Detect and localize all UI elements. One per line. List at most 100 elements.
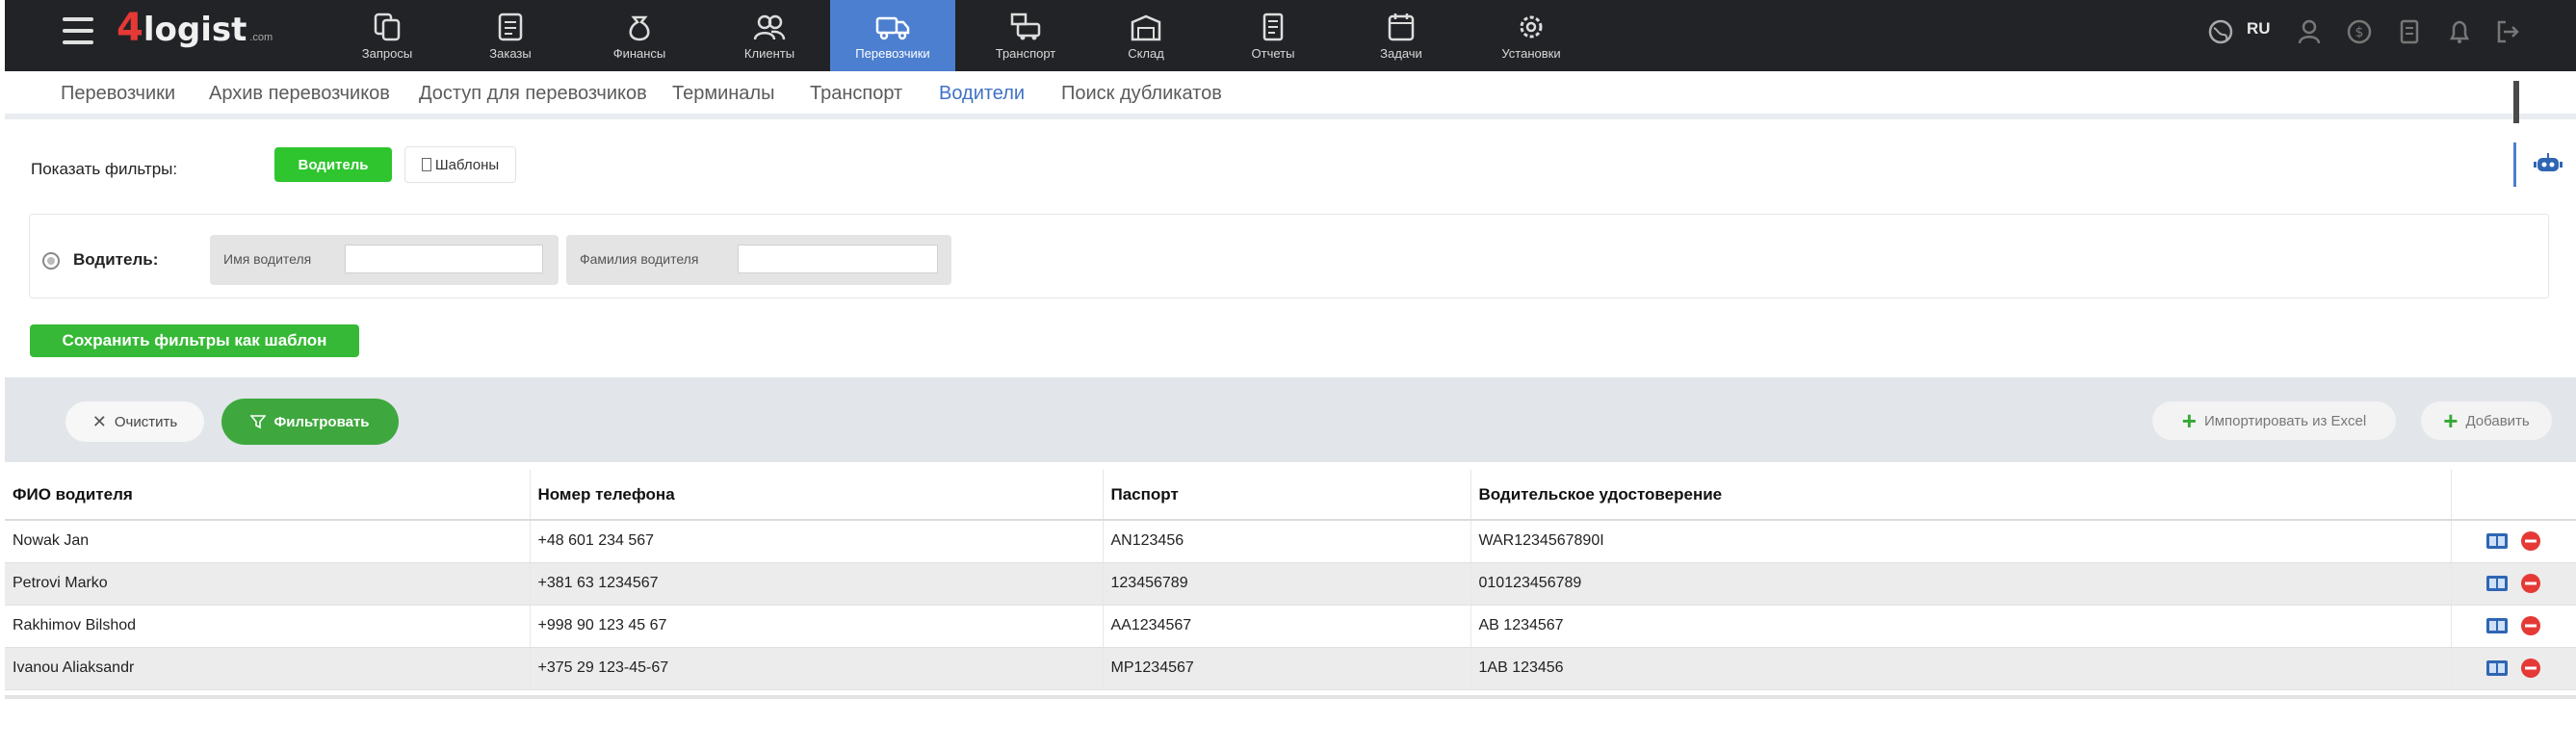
close-icon: ✕ <box>91 411 107 431</box>
document-icon[interactable] <box>2395 17 2424 46</box>
sub-navigation: Перевозчики Архив перевозчиков Доступ дл… <box>5 71 2576 119</box>
requests-icon <box>374 13 401 40</box>
templates-label: Шаблоны <box>434 156 500 173</box>
globe-icon[interactable] <box>2206 17 2235 46</box>
nav-settings[interactable]: Установки <box>1478 0 1584 71</box>
logout-icon[interactable] <box>2493 17 2522 46</box>
table-bottom-divider <box>5 695 2576 699</box>
bell-icon[interactable] <box>2445 17 2474 46</box>
column-header-passport[interactable]: Паспорт <box>1103 470 1471 521</box>
cell-passport: AN123456 <box>1103 520 1471 563</box>
nav-finance[interactable]: Финансы <box>594 0 685 71</box>
subnav-carrier-access[interactable]: Доступ для перевозчиков <box>419 83 647 105</box>
show-filters-label: Показать фильтры: <box>31 160 178 178</box>
nav-orders[interactable]: Заказы <box>467 0 554 71</box>
table-row[interactable]: Rakhimov Bilshod +998 90 123 45 67 AA123… <box>5 605 2576 648</box>
cell-full-name: Nowak Jan <box>5 520 531 563</box>
cell-phone: +998 90 123 45 67 <box>530 605 1104 648</box>
plus-icon: + <box>2443 406 2459 435</box>
logo-text: logist <box>143 11 247 49</box>
warehouse-icon <box>1131 14 1161 40</box>
nav-transport[interactable]: Транспорт <box>977 0 1074 71</box>
table-row[interactable]: Nowak Jan +48 601 234 567 AN123456 WAR12… <box>5 520 2576 563</box>
cell-license: 010123456789 <box>1470 562 2452 606</box>
dollar-icon[interactable]: $ <box>2345 17 2374 46</box>
clients-icon <box>753 14 786 39</box>
nav-label: Транспорт <box>995 45 1056 61</box>
nav-label: Заказы <box>489 45 532 61</box>
column-header-phone[interactable]: Номер телефона <box>530 470 1104 521</box>
subnav-transport[interactable]: Транспорт <box>810 83 902 105</box>
nav-requests[interactable]: Запросы <box>342 0 432 71</box>
delete-icon[interactable] <box>2520 573 2541 594</box>
delete-icon[interactable] <box>2520 615 2541 636</box>
delete-icon[interactable] <box>2520 530 2541 552</box>
table-header-row: ФИО водителя Номер телефона Паспорт Води… <box>5 470 2576 521</box>
subnav-terminals[interactable]: Терминалы <box>672 83 774 105</box>
funnel-icon <box>250 415 267 429</box>
save-filters-template-button[interactable]: Сохранить фильтры как шаблон <box>30 324 359 357</box>
reports-icon <box>1262 13 1284 40</box>
last-name-filter-group: Фамилия водителя <box>566 235 951 285</box>
cell-phone: +381 63 1234567 <box>530 562 1104 606</box>
transport-icon <box>1010 13 1041 39</box>
logo[interactable]: 4 logist .com <box>117 6 273 54</box>
cell-actions <box>2451 647 2576 690</box>
assistant-robot-button[interactable] <box>2513 142 2571 187</box>
nav-reports[interactable]: Отчеты <box>1228 0 1318 71</box>
first-name-input[interactable] <box>345 245 543 273</box>
table-row[interactable]: Ivanou Aliaksandr +375 29 123-45-67 MP12… <box>5 647 2576 690</box>
nav-label: Отчеты <box>1251 45 1295 61</box>
import-excel-button[interactable]: + Импортировать из Excel <box>2152 401 2396 440</box>
subnav-drivers[interactable]: Водители <box>939 83 1025 105</box>
edit-icon[interactable] <box>2485 617 2509 634</box>
cell-full-name: Rakhimov Bilshod <box>5 605 531 648</box>
nav-warehouse[interactable]: Склад <box>1103 0 1189 71</box>
nav-label: Клиенты <box>743 45 795 61</box>
driver-filter-label: Водитель: <box>73 250 159 269</box>
filter-button[interactable]: Фильтровать <box>221 399 399 445</box>
edit-icon[interactable] <box>2485 659 2509 677</box>
edit-icon[interactable] <box>2485 575 2509 592</box>
nav-tasks[interactable]: Задачи <box>1358 0 1444 71</box>
clear-button[interactable]: ✕ Очистить <box>65 401 204 442</box>
table-row[interactable]: Petrovi Marko +381 63 1234567 123456789 … <box>5 562 2576 606</box>
nav-label: Задачи <box>1380 45 1422 61</box>
column-header-full-name[interactable]: ФИО водителя <box>5 470 531 521</box>
language-selector[interactable]: RU <box>2247 19 2271 39</box>
cell-license: WAR1234567890I <box>1470 520 2452 563</box>
cell-actions <box>2451 605 2576 648</box>
cell-full-name: Ivanou Aliaksandr <box>5 647 531 690</box>
edit-icon[interactable] <box>2485 532 2509 550</box>
cell-phone: +48 601 234 567 <box>530 520 1104 563</box>
finance-icon <box>629 15 650 40</box>
add-button[interactable]: + Добавить <box>2421 401 2552 440</box>
column-header-license[interactable]: Водительское удостоверение <box>1470 470 2452 521</box>
plus-icon: + <box>2181 406 2197 435</box>
logo-suffix: .com <box>249 32 273 43</box>
carriers-truck-icon <box>875 16 910 39</box>
drivers-filter-button[interactable]: Водитель <box>274 147 392 182</box>
nav-carriers[interactable]: Перевозчики <box>830 0 955 71</box>
menu-hamburger-icon[interactable] <box>63 17 93 44</box>
cell-license: AB 1234567 <box>1470 605 2452 648</box>
subnav-carriers-archive[interactable]: Архив перевозчиков <box>209 83 390 105</box>
tasks-icon <box>1388 13 1415 40</box>
delete-icon[interactable] <box>2520 658 2541 679</box>
user-icon[interactable] <box>2295 17 2324 46</box>
cell-full-name: Petrovi Marko <box>5 562 531 606</box>
cell-phone: +375 29 123-45-67 <box>530 647 1104 690</box>
top-navigation-bar: 4 logist .com Запросы Заказы Финансы Кли… <box>5 0 2576 71</box>
clear-label: Очистить <box>114 413 178 430</box>
drivers-table: ФИО водителя Номер телефона Паспорт Води… <box>5 470 2576 690</box>
subnav-duplicate-search[interactable]: Поиск дубликатов <box>1061 83 1222 105</box>
last-name-label: Фамилия водителя <box>580 251 699 267</box>
subnav-carriers[interactable]: Перевозчики <box>61 83 175 105</box>
nav-label: Финансы <box>612 45 666 61</box>
nav-clients[interactable]: Клиенты <box>725 0 814 71</box>
templates-button[interactable]: Шаблоны <box>404 146 516 183</box>
remove-filter-icon[interactable] <box>42 252 60 270</box>
nav-label: Запросы <box>361 45 413 61</box>
cell-license: 1AB 123456 <box>1470 647 2452 690</box>
last-name-input[interactable] <box>738 245 938 273</box>
